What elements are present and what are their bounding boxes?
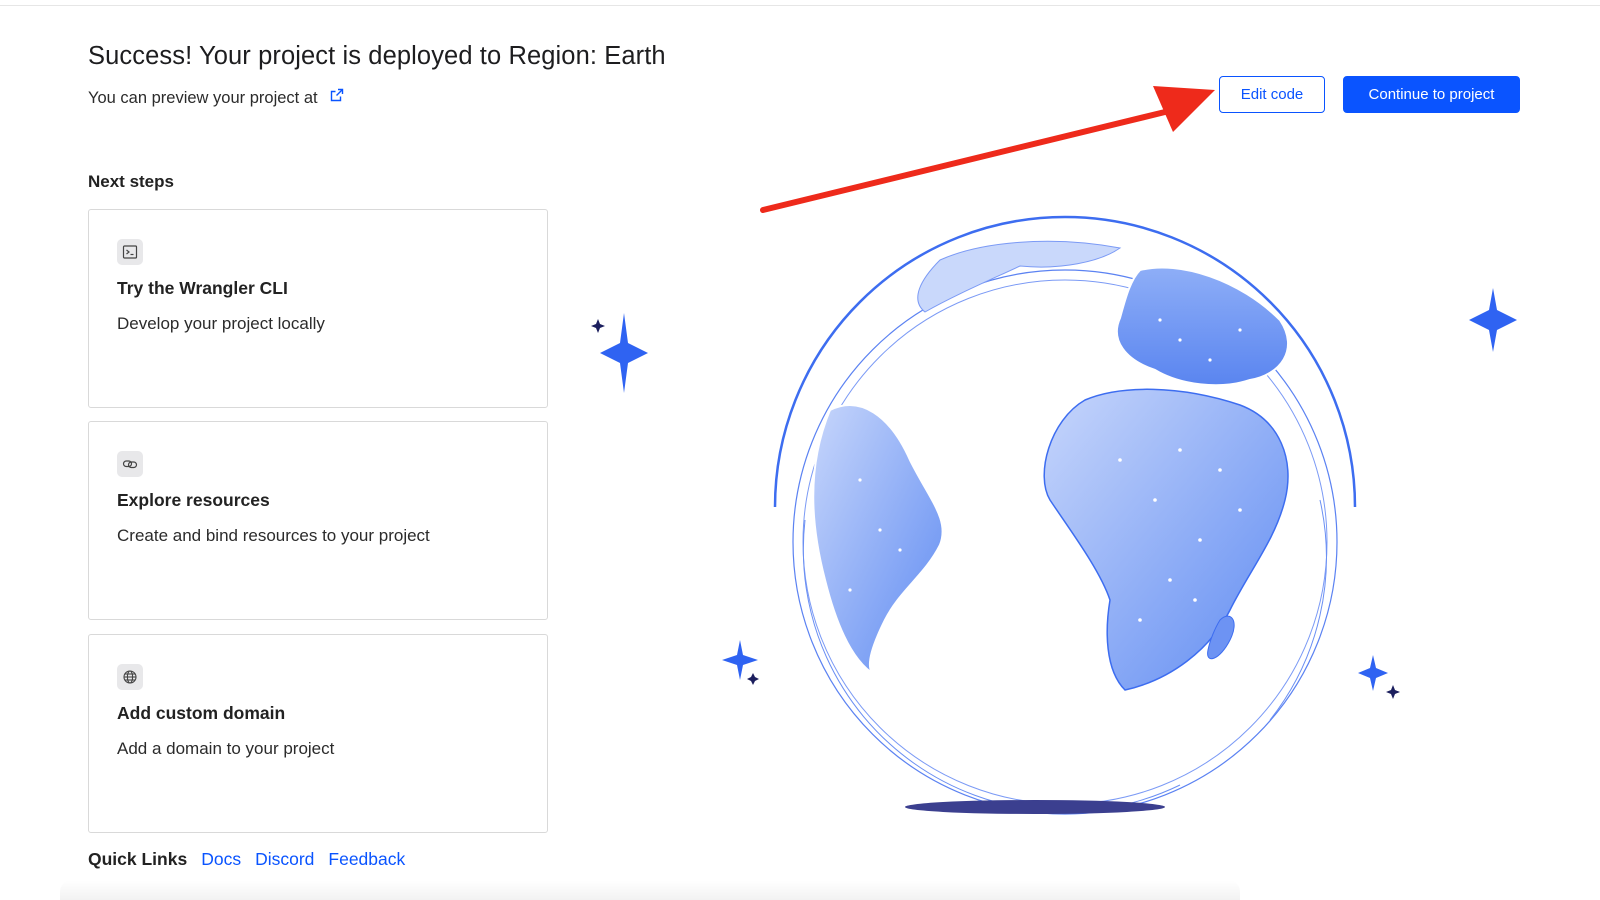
earth-globe-illustration: [591, 215, 1517, 815]
explore-resources-card[interactable]: Explore resources Create and bind resour…: [88, 421, 548, 620]
globe-shadow: [905, 800, 1165, 814]
quick-links: Quick Links Docs Discord Feedback: [88, 849, 419, 870]
docs-link[interactable]: Docs: [201, 849, 241, 870]
terminal-icon: [117, 239, 143, 265]
quick-links-label: Quick Links: [88, 849, 188, 869]
globe-icon: [117, 664, 143, 690]
south-america-landmass: [812, 404, 944, 676]
bottom-shade: [60, 880, 1240, 900]
link-icon: [117, 451, 143, 477]
discord-link[interactable]: Discord: [255, 849, 314, 870]
europe-landmass: [1115, 266, 1290, 387]
card-description: Develop your project locally: [117, 314, 325, 333]
card-title: Add custom domain: [117, 703, 286, 723]
page-title: Success! Your project is deployed to Reg…: [88, 42, 666, 70]
sparkle-left-small: [591, 319, 605, 333]
sparkle-bottom-left-small: [747, 673, 759, 685]
north-landmass: [917, 240, 1122, 313]
top-divider: [0, 5, 1600, 6]
card-description: Create and bind resources to your projec…: [117, 526, 430, 545]
preview-text: You can preview your project at: [88, 89, 318, 107]
sparkle-bottom-right: [1358, 655, 1388, 691]
card-title: Explore resources: [117, 490, 270, 510]
africa-landmass: [1043, 388, 1289, 691]
card-title: Try the Wrangler CLI: [117, 278, 288, 298]
sparkle-left: [600, 313, 648, 393]
annotation-arrow: [760, 86, 1215, 213]
preview-line: You can preview your project at: [88, 87, 345, 108]
sparkle-right: [1469, 288, 1517, 352]
add-custom-domain-card[interactable]: Add custom domain Add a domain to your p…: [88, 634, 548, 833]
continue-to-project-button[interactable]: Continue to project: [1343, 76, 1520, 113]
edit-code-button[interactable]: Edit code: [1219, 76, 1325, 113]
external-link-icon[interactable]: [329, 87, 345, 103]
card-description: Add a domain to your project: [117, 739, 335, 758]
wrangler-cli-card[interactable]: Try the Wrangler CLI Develop your projec…: [88, 209, 548, 408]
next-steps-heading: Next steps: [88, 172, 174, 191]
sparkle-bottom-right-small: [1386, 685, 1400, 699]
feedback-link[interactable]: Feedback: [328, 849, 405, 870]
